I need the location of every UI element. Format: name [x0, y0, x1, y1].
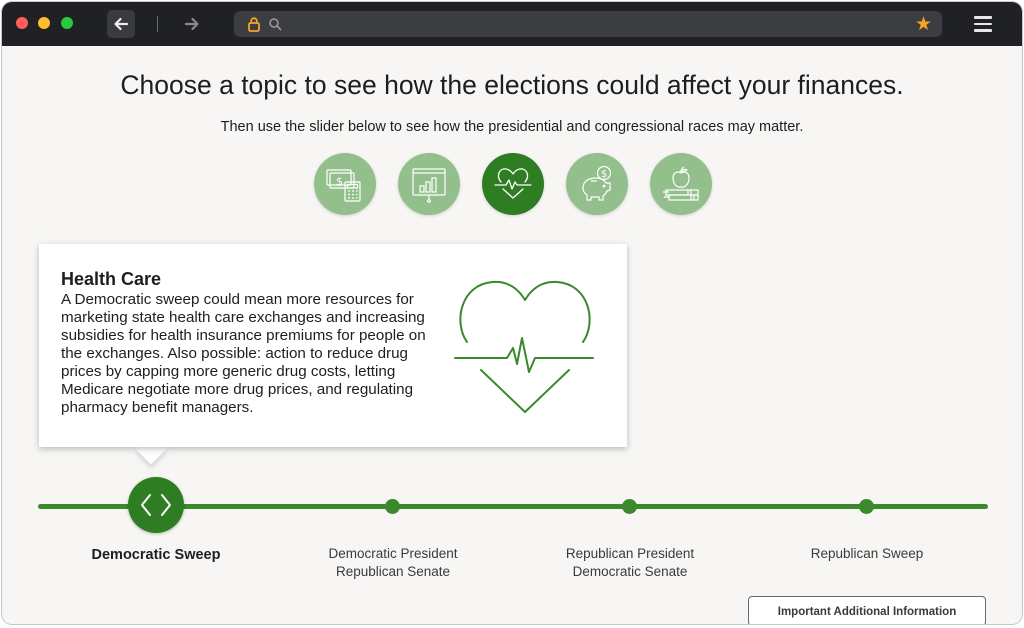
- search-icon: [269, 18, 282, 31]
- svg-text:$: $: [336, 175, 343, 188]
- slider-label-dem-president-rep-senate[interactable]: Democratic President Republican Senate: [303, 545, 483, 581]
- presentation-chart-icon: [412, 168, 446, 203]
- svg-text:$: $: [601, 169, 607, 180]
- apple-books-icon: [663, 166, 699, 201]
- page-subheadline: Then use the slider below to see how the…: [220, 119, 804, 135]
- heart-pulse-icon: [454, 280, 594, 413]
- toolbar-divider: [157, 16, 158, 32]
- hamburger-menu-icon[interactable]: [974, 16, 992, 32]
- slider-stop-4[interactable]: [859, 499, 874, 514]
- page-headline: Choose a topic to see how the elections …: [120, 70, 904, 100]
- piggy-bank-icon: $: [582, 165, 612, 201]
- star-icon[interactable]: ★: [915, 12, 932, 36]
- topic-button-finances[interactable]: $: [314, 153, 376, 215]
- close-window-button[interactable]: [16, 17, 28, 29]
- slider-stop-3[interactable]: [622, 499, 637, 514]
- slider-label-democratic-sweep[interactable]: Democratic Sweep: [66, 546, 246, 564]
- slider-handle[interactable]: [128, 477, 184, 533]
- heart-pulse-icon: [494, 168, 532, 199]
- topic-button-education[interactable]: [650, 153, 712, 215]
- topic-detail-card: Health Care A Democratic sweep could mea…: [39, 244, 627, 447]
- slider-label-republican-sweep[interactable]: Republican Sweep: [777, 545, 957, 563]
- arrow-right-icon: [184, 17, 199, 31]
- address-bar[interactable]: ★: [234, 11, 942, 37]
- browser-toolbar: ★: [2, 2, 1022, 46]
- slider-label-rep-president-dem-senate[interactable]: Republican President Democratic Senate: [540, 545, 720, 581]
- forward-button[interactable]: [178, 10, 206, 38]
- slider-stop-2[interactable]: [385, 499, 400, 514]
- maximize-window-button[interactable]: [61, 17, 73, 29]
- minimize-window-button[interactable]: [38, 17, 50, 29]
- topic-button-savings[interactable]: $: [566, 153, 628, 215]
- chevron-left-right-icon: [141, 494, 171, 516]
- important-information-button[interactable]: Important Additional Information: [748, 596, 986, 624]
- topic-button-health-care[interactable]: [482, 153, 544, 215]
- card-body: A Democratic sweep could mean more resou…: [61, 291, 426, 416]
- browser-window: ★ Choose a topic to see how the election…: [2, 2, 1022, 624]
- lock-icon: [248, 17, 260, 32]
- back-button[interactable]: [107, 10, 135, 38]
- money-calculator-icon: $: [326, 169, 361, 202]
- arrow-left-icon: [114, 17, 129, 31]
- card-title: Health Care: [61, 269, 162, 289]
- topic-button-business[interactable]: [398, 153, 460, 215]
